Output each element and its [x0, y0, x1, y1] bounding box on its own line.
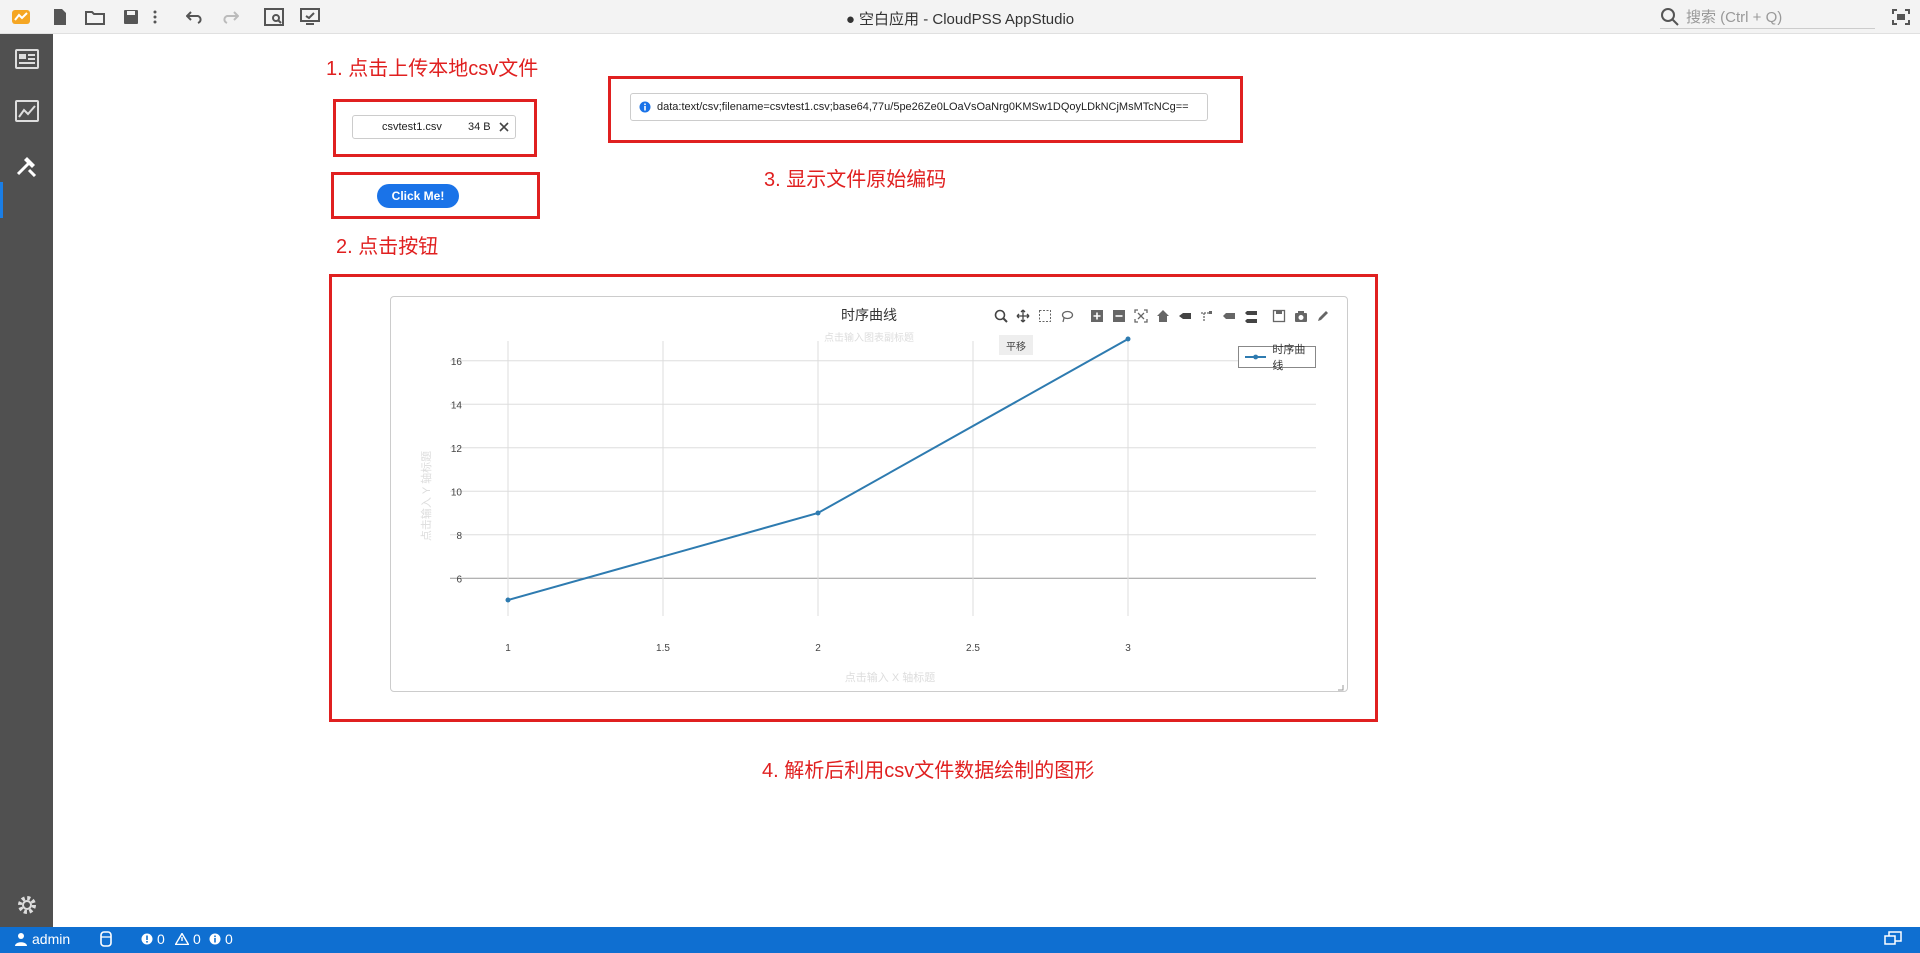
info-count-value: 0 [225, 931, 233, 947]
active-indicator [0, 182, 3, 218]
database-icon [100, 931, 112, 947]
y-tick-label: 10 [451, 487, 463, 498]
search-icon [1661, 7, 1679, 26]
fullscreen-icon[interactable] [1891, 7, 1911, 27]
activity-sidebar [0, 34, 53, 927]
warning-icon [175, 933, 189, 945]
chart-legend[interactable]: 时序曲线 [1238, 344, 1316, 372]
annotation-step2: 2. 点击按钮 [336, 236, 439, 258]
resources-icon[interactable] [14, 98, 40, 124]
info-count[interactable]: 0 [209, 931, 233, 947]
y-tick-label: 6 [456, 574, 462, 585]
chart-subtitle-placeholder[interactable]: 点击输入图表副标题 [824, 331, 914, 344]
file-upload-chip[interactable]: csvtest1.csv 34 B [352, 115, 516, 139]
warning-count-value: 0 [193, 931, 201, 947]
hover-closest-icon[interactable] [1198, 307, 1216, 325]
x-tick-label: 1 [505, 643, 511, 654]
pan-icon[interactable] [1014, 307, 1032, 325]
lasso-select-icon[interactable] [1058, 307, 1076, 325]
search-box[interactable]: 搜索 (Ctrl + Q) [1660, 5, 1875, 29]
annotation-step4: 4. 解析后利用csv文件数据绘制的图形 [762, 760, 1095, 782]
chart-title[interactable]: 时序曲线 [841, 307, 897, 323]
x-axis-title[interactable]: 点击输入 X 轴标题 [845, 670, 935, 684]
edit-chart-icon[interactable] [1314, 307, 1332, 325]
camera-icon[interactable] [1292, 307, 1310, 325]
uploaded-filename: csvtest1.csv [382, 121, 442, 133]
pages-icon[interactable] [14, 46, 40, 72]
remove-file-icon[interactable] [498, 119, 512, 135]
file-encoding-text: data:text/csv;filename=csvtest1.csv;base… [657, 101, 1189, 113]
legend-line-icon [1245, 354, 1267, 360]
x-tick-label: 2 [815, 643, 821, 654]
toggle-spike-icon[interactable] [1242, 307, 1260, 325]
annotation-step3: 3. 显示文件原始编码 [764, 169, 947, 191]
annotation-step1: 1. 点击上传本地csv文件 [326, 58, 539, 80]
y-tick-label: 16 [451, 357, 463, 368]
feedback-icon[interactable] [1884, 931, 1902, 947]
info-icon [639, 101, 651, 113]
data-point[interactable] [1125, 336, 1131, 342]
user-name: admin [32, 931, 71, 947]
zoom-out-icon[interactable] [1110, 307, 1128, 325]
file-encoding-output: data:text/csv;filename=csvtest1.csv;base… [630, 93, 1208, 121]
zoom-icon[interactable] [992, 307, 1010, 325]
title-bar: ● 空白应用 - CloudPSS AppStudio 搜索 (Ctrl + Q… [0, 0, 1920, 34]
autoscale-icon[interactable] [1132, 307, 1150, 325]
error-count-value: 0 [157, 931, 165, 947]
x-tick-label: 3 [1125, 643, 1131, 654]
data-point[interactable] [505, 597, 511, 603]
chart-modebar [992, 307, 1336, 325]
search-placeholder: 搜索 (Ctrl + Q) [1686, 9, 1783, 26]
reset-axes-icon[interactable] [1154, 307, 1172, 325]
zoom-in-icon[interactable] [1088, 307, 1106, 325]
y-axis-title[interactable]: 点击输入 Y 轴标题 [419, 451, 433, 541]
warning-count[interactable]: 0 [175, 931, 201, 947]
x-tick-label: 2.5 [966, 643, 980, 654]
y-tick-label: 8 [456, 531, 462, 542]
error-count[interactable]: 0 [141, 931, 165, 947]
box-select-icon[interactable] [1036, 307, 1054, 325]
x-tick-label: 1.5 [656, 643, 670, 654]
database-status[interactable] [100, 931, 112, 947]
y-tick-label: 14 [451, 400, 463, 411]
settings-gear-icon[interactable] [14, 892, 40, 918]
status-bar: admin 0 0 0 [0, 927, 1920, 953]
y-tick-label: 12 [451, 444, 463, 455]
modebar-tooltip: 平移 [999, 335, 1033, 355]
save-chart-icon[interactable] [1270, 307, 1288, 325]
user-icon [15, 933, 27, 946]
timeseries-chart[interactable]: 6 8 10 12 14 16 1 1.5 2 2.5 3 时序曲线 点击输入图表副标题 点击输入 … [390, 296, 1348, 692]
legend-label: 时序曲线 [1272, 344, 1306, 372]
window-title: ● 空白应用 - CloudPSS AppStudio [845, 11, 1075, 28]
uploaded-filesize: 34 B [468, 121, 491, 133]
error-icon [141, 933, 153, 945]
user-status[interactable]: admin [14, 931, 70, 947]
spike-lines-icon[interactable] [1176, 307, 1194, 325]
resize-handle-icon[interactable] [1338, 685, 1344, 691]
hover-compare-icon[interactable] [1220, 307, 1238, 325]
click-me-button[interactable]: Click Me! [377, 184, 459, 208]
tools-icon[interactable] [14, 152, 40, 178]
info-status-icon [209, 933, 221, 945]
data-point[interactable] [815, 510, 821, 516]
